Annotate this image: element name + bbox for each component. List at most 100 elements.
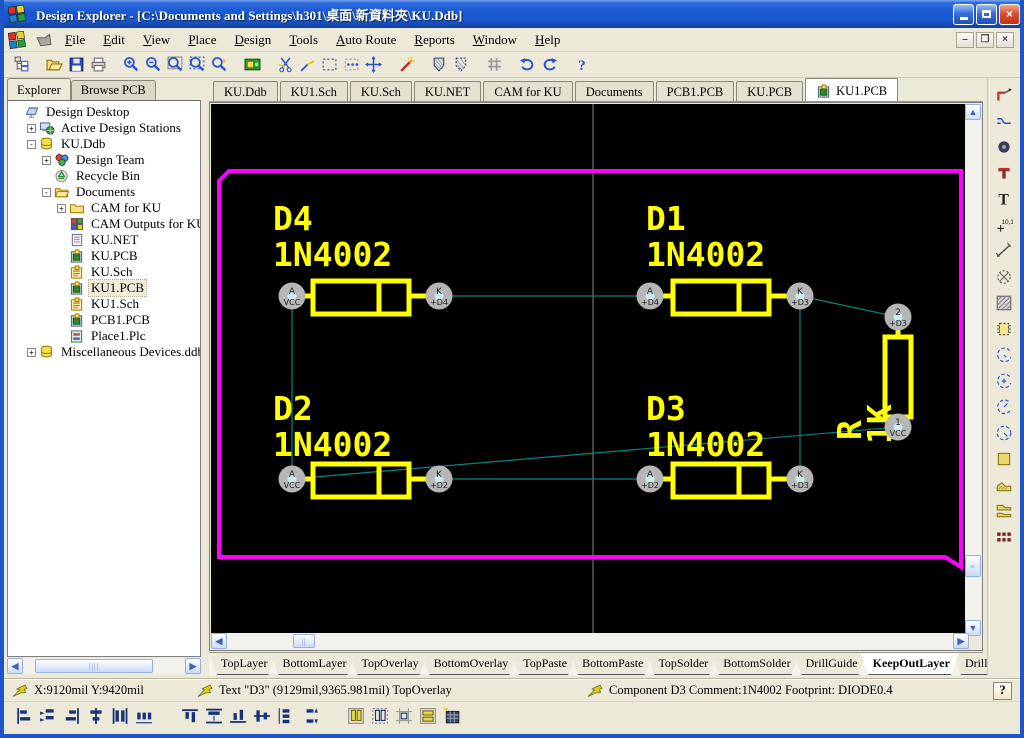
place-room-array-button[interactable] bbox=[440, 706, 464, 730]
polygon-pour-button[interactable] bbox=[428, 54, 450, 76]
arrange-components-button[interactable] bbox=[344, 706, 368, 730]
scroll-left-icon[interactable]: ◀ bbox=[7, 658, 23, 674]
tree-item-cam-for-ku[interactable]: +CAM for KU bbox=[8, 200, 200, 216]
pcb-canvas[interactable]: D41N4002D11N4002D21N4002D31N4002R1KAVCCK… bbox=[211, 104, 969, 640]
space-horizontal-button[interactable] bbox=[132, 706, 156, 730]
doc-tab-ku-net[interactable]: KU.NET bbox=[414, 81, 481, 101]
menu-tools[interactable]: Tools bbox=[280, 30, 327, 50]
tree-item-design-desktop[interactable]: Design Desktop bbox=[8, 104, 200, 120]
maximize-button[interactable] bbox=[976, 4, 997, 25]
expand-icon[interactable]: + bbox=[42, 156, 51, 165]
redo-button[interactable] bbox=[538, 54, 560, 76]
select-area-button[interactable] bbox=[318, 54, 340, 76]
tree-item-documents[interactable]: -Documents bbox=[8, 184, 200, 200]
interactive-routing-button[interactable] bbox=[991, 84, 1017, 110]
layer-tab-bottompaste[interactable]: BottomPaste bbox=[570, 653, 652, 675]
line-tool-button[interactable] bbox=[296, 54, 318, 76]
layer-tab-drillguide[interactable]: DrillGuide bbox=[794, 653, 867, 675]
align-right-button[interactable] bbox=[60, 706, 84, 730]
layer-tab-bottomoverlay[interactable]: BottomOverlay bbox=[422, 653, 518, 675]
scroll-right-icon[interactable]: ▶ bbox=[185, 658, 201, 674]
layer-tab-bottomsolder[interactable]: BottomSolder bbox=[711, 653, 799, 675]
tree-item-cam-outputs-for-ku[interactable]: CAM Outputs for KU bbox=[8, 216, 200, 232]
layer-tab-bottomlayer[interactable]: BottomLayer bbox=[270, 653, 355, 675]
scrollbar-thumb[interactable]: |||| bbox=[35, 659, 153, 673]
menu-edit[interactable]: Edit bbox=[94, 30, 134, 50]
full-circle-button[interactable] bbox=[991, 422, 1017, 448]
align-component-pads-button[interactable] bbox=[416, 706, 440, 730]
place-coordinate-button[interactable]: 10,10 bbox=[991, 214, 1017, 240]
place-component-button[interactable] bbox=[991, 318, 1017, 344]
scroll-right-icon[interactable]: ▶ bbox=[953, 633, 969, 649]
tree-item-ku1-pcb[interactable]: KU1.PCB bbox=[8, 280, 200, 296]
autoroute-wand-button[interactable] bbox=[395, 54, 417, 76]
layer-tab-keepoutlayer[interactable]: KeepOutLayer bbox=[861, 653, 959, 675]
arc-by-edge-button[interactable] bbox=[991, 370, 1017, 396]
distribute-horizontal-button[interactable] bbox=[108, 706, 132, 730]
zoom-in-button[interactable] bbox=[120, 54, 142, 76]
child-minimize-button[interactable]: – bbox=[956, 32, 974, 48]
tree-item-ku-net[interactable]: KU.NET bbox=[8, 232, 200, 248]
menu-help[interactable]: Help bbox=[526, 30, 569, 50]
app-menu-icon[interactable] bbox=[8, 31, 26, 49]
panel-tab-browse-pcb[interactable]: Browse PCB bbox=[71, 80, 156, 100]
panel-tab-explorer[interactable]: Explorer bbox=[7, 78, 71, 100]
zoom-point-button[interactable] bbox=[208, 54, 230, 76]
scrollbar-thumb[interactable]: || bbox=[293, 634, 315, 648]
panel-horizontal-scrollbar[interactable]: ◀ |||| ▶ bbox=[7, 658, 201, 674]
arc-any-angle-button[interactable] bbox=[991, 396, 1017, 422]
screenshot-camera-button[interactable] bbox=[241, 54, 263, 76]
close-button[interactable]: × bbox=[999, 4, 1020, 25]
place-hatched-plane-button[interactable] bbox=[991, 292, 1017, 318]
child-close-button[interactable]: × bbox=[996, 32, 1014, 48]
tree-item-ku-sch[interactable]: KU.Sch bbox=[8, 264, 200, 280]
doc-tab-ku-sch[interactable]: KU.Sch bbox=[350, 81, 412, 101]
space-vertical-button[interactable] bbox=[274, 706, 298, 730]
center-horizontal-button[interactable] bbox=[84, 706, 108, 730]
tree-item-recycle-bin[interactable]: Recycle Bin bbox=[8, 168, 200, 184]
help-button[interactable]: ? bbox=[571, 54, 593, 76]
status-help-button[interactable]: ? bbox=[993, 682, 1012, 700]
deselect-button[interactable] bbox=[340, 54, 362, 76]
place-dimension-button[interactable] bbox=[991, 240, 1017, 266]
place-text-button[interactable]: T bbox=[991, 188, 1017, 214]
place-polygon-plane-button[interactable] bbox=[991, 474, 1017, 500]
align-top-button[interactable] bbox=[178, 706, 202, 730]
tree-item-ku1-sch[interactable]: KU1.Sch bbox=[8, 296, 200, 312]
open-document-button[interactable] bbox=[43, 54, 65, 76]
pcb-drawing[interactable]: D41N4002D11N4002D21N4002D31N4002R1KAVCCK… bbox=[211, 104, 969, 636]
tree-item-pcb1-pcb[interactable]: PCB1.PCB bbox=[8, 312, 200, 328]
doc-tab-ku1-pcb[interactable]: KU1.PCB bbox=[805, 78, 898, 101]
split-plane-button[interactable] bbox=[991, 500, 1017, 526]
expand-icon[interactable]: + bbox=[57, 204, 66, 213]
zoom-out-button[interactable] bbox=[142, 54, 164, 76]
scrollbar-thumb[interactable]: ≡ bbox=[965, 555, 981, 577]
doc-tab-cam-for-ku[interactable]: CAM for KU bbox=[483, 81, 572, 101]
horizontal-scrollbar[interactable]: ◀ || ▶ bbox=[211, 633, 969, 649]
menu-reports[interactable]: Reports bbox=[405, 30, 463, 50]
minimize-button[interactable] bbox=[953, 4, 974, 25]
tree-item-ku-ddb[interactable]: -KU.Ddb bbox=[8, 136, 200, 152]
collapse-icon[interactable]: - bbox=[27, 140, 36, 149]
zoom-window-button[interactable] bbox=[164, 54, 186, 76]
align-left-button[interactable] bbox=[12, 706, 36, 730]
place-via-button[interactable] bbox=[991, 162, 1017, 188]
layer-tab-topoverlay[interactable]: TopOverlay bbox=[349, 653, 427, 675]
cut-track-button[interactable] bbox=[274, 54, 296, 76]
print-button[interactable] bbox=[87, 54, 109, 76]
arc-mode-button[interactable] bbox=[991, 110, 1017, 136]
place-pad-button[interactable] bbox=[991, 136, 1017, 162]
tree-item-design-team[interactable]: +Design Team bbox=[8, 152, 200, 168]
center-vertical-button[interactable] bbox=[250, 706, 274, 730]
vertical-scrollbar[interactable]: ▲ ≡ ▼ bbox=[965, 104, 981, 636]
align-bottom-button[interactable] bbox=[226, 706, 250, 730]
layer-tab-toplayer[interactable]: TopLayer bbox=[209, 653, 276, 675]
doc-tab-ku1-sch[interactable]: KU1.Sch bbox=[280, 81, 348, 101]
menu-window[interactable]: Window bbox=[464, 30, 526, 50]
save-button[interactable] bbox=[65, 54, 87, 76]
menu-design[interactable]: Design bbox=[225, 30, 280, 50]
undo-button[interactable] bbox=[516, 54, 538, 76]
layer-tab-topsolder[interactable]: TopSolder bbox=[646, 653, 717, 675]
arc-by-center-button[interactable] bbox=[991, 344, 1017, 370]
zoom-selection-button[interactable] bbox=[186, 54, 208, 76]
